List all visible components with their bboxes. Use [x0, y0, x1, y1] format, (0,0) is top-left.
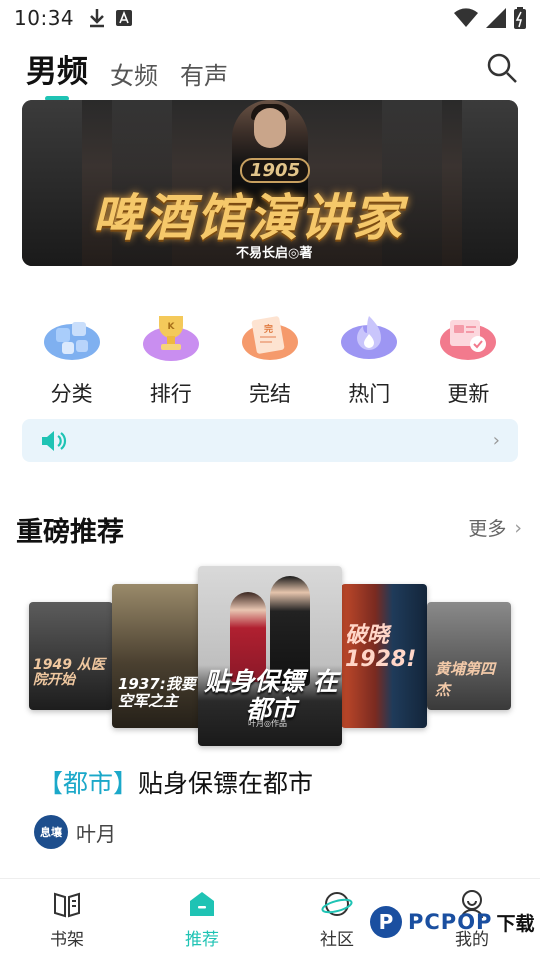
category-row: 分类 K 排行 完 完结 热门 更新 [22, 310, 518, 408]
cover-title: 黄埔第四杰 [435, 660, 496, 699]
author-row[interactable]: 息壤 叶月 [34, 815, 116, 849]
cover-author: 叶月◎作品 [248, 719, 287, 728]
tab-audio[interactable]: 有声 [180, 56, 228, 91]
book-cover[interactable]: 1949 从医院开始 [29, 602, 113, 710]
download-icon [90, 9, 105, 28]
search-icon[interactable] [486, 52, 518, 84]
svg-text:P: P [379, 910, 394, 934]
tab-male[interactable]: 男频 [26, 46, 88, 91]
category-label: 热门 [348, 382, 391, 406]
status-time: 10:34 [14, 6, 75, 30]
nav-label: 推荐 [185, 930, 219, 950]
book-genre: 【都市】 [38, 769, 139, 798]
category-finished[interactable]: 完 完结 [220, 310, 319, 408]
tab-female[interactable]: 女频 [110, 56, 158, 91]
audio-notice-bar[interactable]: › [22, 419, 518, 462]
update-card-icon [440, 320, 497, 360]
nav-recommend[interactable]: 推荐 [167, 889, 237, 950]
recommend-icon [190, 892, 214, 916]
nav-label: 社区 [320, 930, 354, 950]
pcpop-logo-icon: P [370, 906, 402, 938]
author-name: 叶月 [76, 821, 116, 846]
bookshelf-icon [54, 892, 80, 918]
trophy-icon: K [142, 316, 199, 361]
category-label: 完结 [249, 382, 291, 406]
book-carousel: 1949 从医院开始 1937:我要 空军之主 破晓 1928! 黄埔第四杰 贴… [0, 566, 540, 746]
nav-label: 书架 [50, 930, 84, 950]
status-bar: 10:34 [0, 0, 540, 36]
top-tabs: 男频 女频 有声 [26, 46, 228, 91]
cover-title: 贴身保镖 在都市 [204, 667, 338, 724]
book-cover[interactable]: 破晓 1928! [341, 584, 427, 728]
nav-bookshelf[interactable]: 书架 [32, 889, 102, 950]
svg-text:K: K [167, 322, 175, 332]
wifi-icon [454, 8, 478, 27]
more-label: 更多 [468, 518, 507, 540]
category-label: 排行 [149, 382, 192, 406]
category-hot[interactable]: 热门 [320, 310, 419, 408]
category-classify[interactable]: 分类 [22, 310, 121, 408]
book-cover-featured[interactable]: 贴身保镖 在都市 叶月◎作品 [198, 566, 342, 746]
book-name: 贴身保镖在都市 [138, 769, 314, 798]
category-ranking[interactable]: K 排行 [121, 310, 220, 408]
hero-banner[interactable]: 1905 啤酒馆演讲家 不易长启◎著 [22, 100, 518, 266]
chevron-right-icon: › [514, 516, 522, 539]
watermark-brand: PCPOP [408, 910, 493, 934]
cover-title: 1949 从医院开始 [33, 657, 105, 689]
finished-book-icon: 完 [242, 316, 298, 360]
cover-title: 1937:我要 空军之主 [118, 675, 196, 710]
a-icon [116, 10, 133, 26]
nav-community[interactable]: 社区 [302, 889, 372, 950]
avatar-text: 息壤 [40, 826, 62, 839]
chevron-right-icon: › [492, 430, 500, 451]
speaker-icon [42, 430, 67, 451]
category-update[interactable]: 更新 [419, 310, 518, 408]
signal-icon [486, 8, 506, 28]
svg-text:完: 完 [264, 323, 273, 335]
section-title: 重磅推荐 [16, 517, 124, 548]
flame-icon [341, 316, 398, 359]
banner-title: 啤酒馆演讲家 [92, 189, 404, 247]
author-avatar: 息壤 [34, 815, 68, 849]
watermark: P PCPOP 下载 [368, 904, 534, 940]
category-blocks-icon [43, 322, 100, 360]
book-cover[interactable]: 黄埔第四杰 [427, 602, 511, 710]
community-planet-icon [321, 892, 353, 916]
more-link[interactable]: 更多 › [468, 514, 522, 541]
cover-title: 破晓 1928! [345, 623, 417, 673]
book-cover[interactable]: 1937:我要 空军之主 [112, 584, 208, 728]
battery-icon [514, 7, 526, 29]
watermark-suffix: 下载 [496, 912, 535, 935]
category-label: 更新 [447, 382, 490, 406]
featured-book-title[interactable]: 【都市】贴身保镖在都市 [38, 764, 313, 800]
banner-author: 不易长启◎著 [236, 246, 313, 261]
category-label: 分类 [50, 382, 93, 406]
